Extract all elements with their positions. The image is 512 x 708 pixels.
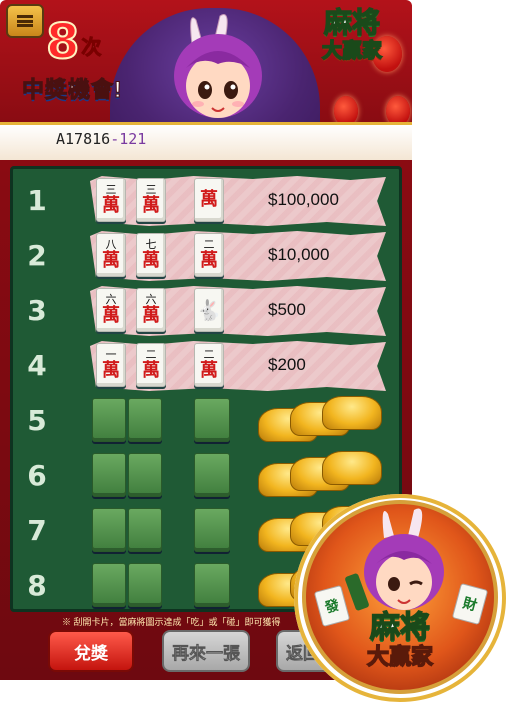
covered-tile[interactable] bbox=[92, 398, 126, 442]
tile-suit: 萬 bbox=[142, 360, 160, 381]
game-logo-top: 麻将 bbox=[323, 6, 381, 39]
covered-tile[interactable] bbox=[128, 453, 162, 497]
covered-tile[interactable] bbox=[128, 508, 162, 552]
tile-suit: 萬 bbox=[142, 195, 160, 216]
prize-amount: $100,000 bbox=[268, 190, 339, 209]
tile-suit: 萬 bbox=[102, 360, 120, 381]
row-number: 6 bbox=[27, 459, 47, 492]
scratched-area bbox=[90, 341, 386, 391]
covered-tile[interactable] bbox=[92, 453, 126, 497]
row-number: 4 bbox=[27, 349, 47, 382]
covered-tile[interactable] bbox=[194, 398, 230, 442]
scratched-area bbox=[90, 231, 386, 281]
tile-suit: 萬 bbox=[142, 250, 160, 271]
row-number: 3 bbox=[27, 294, 47, 327]
row-number: 5 bbox=[27, 404, 47, 437]
mahjong-tile: 二萬 bbox=[194, 343, 224, 387]
tile-suit: 萬 bbox=[102, 305, 120, 326]
serial-prefix: A17816 bbox=[56, 130, 111, 148]
covered-tile[interactable] bbox=[194, 508, 230, 552]
another-card-button[interactable]: 再來一張 bbox=[162, 630, 250, 672]
game-logo-bottom: 大贏家 bbox=[321, 37, 383, 63]
badge-logo-top: 麻将 bbox=[369, 610, 431, 645]
prize-amount: $10,000 bbox=[268, 245, 330, 264]
tile-suit: 萬 bbox=[102, 250, 120, 271]
scratch-row: 6 bbox=[0, 449, 412, 504]
hamburger-icon bbox=[17, 15, 33, 27]
tile-suit: 萬 bbox=[142, 305, 160, 326]
ticket-serial: A17816-121 bbox=[56, 130, 146, 148]
redeem-button[interactable]: 兌獎 bbox=[48, 630, 134, 672]
covered-tile[interactable] bbox=[194, 563, 230, 607]
tile-suit: 萬 bbox=[102, 195, 120, 216]
mahjong-tile: 二萬 bbox=[136, 343, 166, 387]
row-number: 1 bbox=[27, 184, 47, 217]
mahjong-tile: 一萬 bbox=[96, 343, 126, 387]
ingot-icon bbox=[322, 396, 382, 430]
prize-amount: $200 bbox=[268, 355, 306, 374]
covered-tile[interactable] bbox=[92, 563, 126, 607]
tile-suit: 萬 bbox=[200, 360, 218, 381]
game-logo: 麻将 大贏家 bbox=[306, 6, 398, 70]
scratched-area bbox=[90, 176, 386, 226]
mahjong-tile: 三萬 bbox=[136, 178, 166, 222]
serial-separator: - bbox=[110, 130, 120, 148]
tile-suit: 萬 bbox=[200, 189, 218, 210]
scratch-row: 2 八萬七萬二萬 $10,000 bbox=[0, 229, 412, 284]
scratch-row: 5 bbox=[0, 394, 412, 449]
chance-count-unit: 次 bbox=[81, 37, 102, 60]
badge-logo: 麻将 大贏家 bbox=[330, 610, 470, 671]
rules-note: ※ 刮開卡片，當麻將圖示達成「吃」或「碰」即可獲得 bbox=[62, 617, 281, 627]
gold-ingot-icon[interactable] bbox=[258, 451, 384, 501]
menu-button[interactable] bbox=[6, 4, 44, 38]
chance-count: 8 次 bbox=[45, 14, 102, 70]
mahjong-tile: 七萬 bbox=[136, 233, 166, 277]
chance-label: 中獎機會! bbox=[21, 77, 123, 103]
scratch-row: 3 六萬六萬 🐇 $500 bbox=[0, 284, 412, 339]
covered-tile[interactable] bbox=[194, 453, 230, 497]
mahjong-tile: 萬 bbox=[194, 178, 224, 222]
mahjong-tile: 🐇 bbox=[194, 288, 224, 332]
covered-tile[interactable] bbox=[128, 398, 162, 442]
mahjong-tile: 三萬 bbox=[96, 178, 126, 222]
row-number: 8 bbox=[27, 569, 47, 602]
scratch-row: 1 三萬三萬萬 $100,000 bbox=[0, 174, 412, 229]
serial-suffix: 121 bbox=[119, 130, 147, 148]
scratch-row: 4 一萬二萬二萬 $200 bbox=[0, 339, 412, 394]
rabbit-icon: 🐇 bbox=[196, 299, 222, 322]
mahjong-tile: 六萬 bbox=[136, 288, 166, 332]
mahjong-tile: 八萬 bbox=[96, 233, 126, 277]
tile-suit: 萬 bbox=[200, 250, 218, 271]
covered-tile[interactable] bbox=[128, 563, 162, 607]
mahjong-tile: 二萬 bbox=[194, 233, 224, 277]
gold-ingot-icon[interactable] bbox=[258, 396, 384, 446]
scratched-area bbox=[90, 286, 386, 336]
chance-count-number: 8 bbox=[45, 14, 80, 70]
covered-tile[interactable] bbox=[92, 508, 126, 552]
prize-amount: $500 bbox=[268, 300, 306, 319]
ingot-icon bbox=[322, 451, 382, 485]
row-number: 2 bbox=[27, 239, 47, 272]
row-number: 7 bbox=[27, 514, 47, 547]
badge-logo-bottom: 大贏家 bbox=[366, 643, 434, 671]
mahjong-tile: 六萬 bbox=[96, 288, 126, 332]
